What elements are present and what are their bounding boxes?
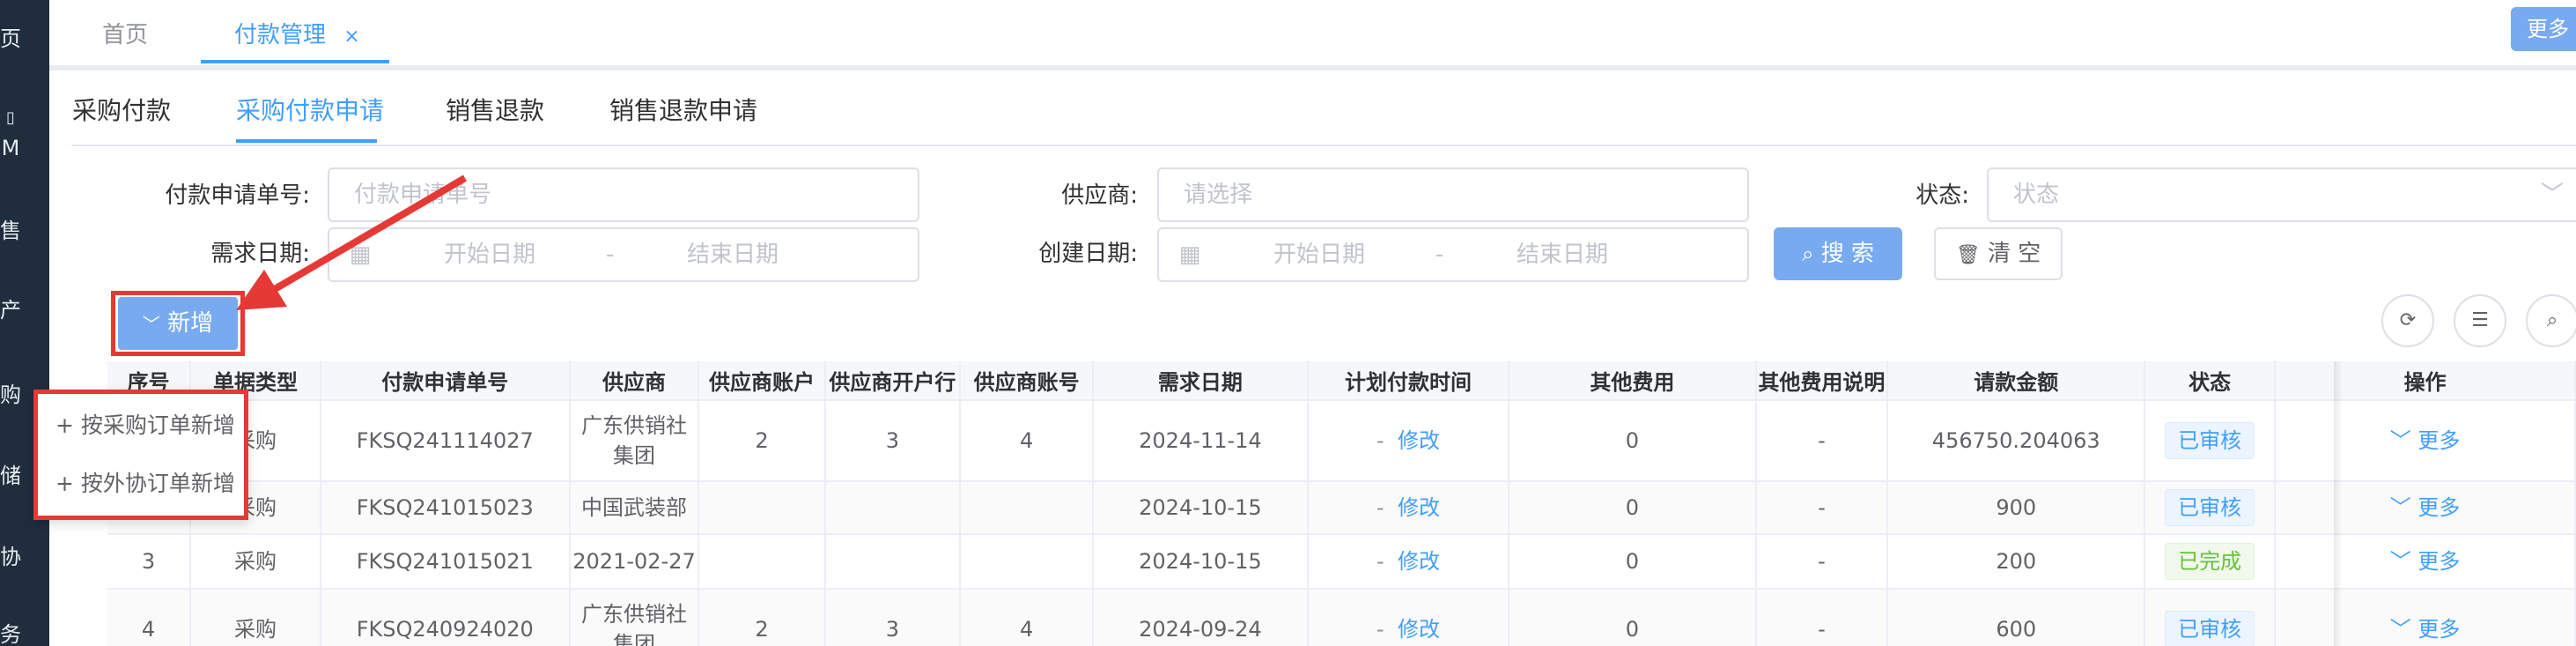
annotation-arrow-line [272,174,468,293]
annotation-arrow [236,174,468,310]
